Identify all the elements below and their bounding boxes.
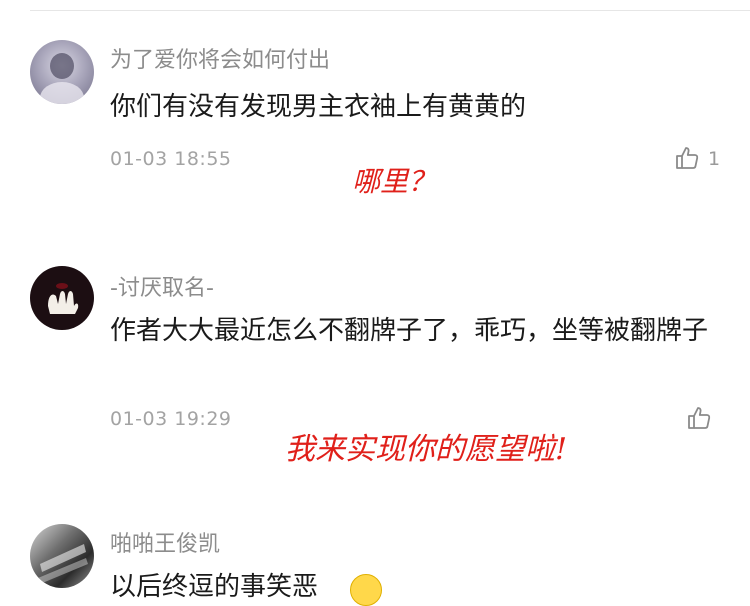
comment-text: 你们有没有发现男主衣袖上有黄黄的 — [110, 92, 527, 122]
avatar-hands-icon — [48, 283, 79, 314]
comment-text: 作者大大最近怎么不翻牌子了，乖巧，坐等被翻牌子 — [110, 316, 709, 346]
comment-timestamp: 01-03 19:29 — [110, 408, 232, 430]
comment-timestamp: 01-03 18:55 — [110, 148, 232, 170]
handwritten-annotation: 我来实现你的愿望啦! — [285, 432, 568, 467]
thumbs-up-icon[interactable] — [686, 405, 712, 431]
user-avatar[interactable] — [30, 40, 94, 104]
user-avatar[interactable] — [30, 266, 94, 330]
top-divider — [30, 10, 750, 11]
smiley-emoji-icon — [350, 574, 382, 606]
avatar-portrait-icon — [40, 53, 84, 104]
comment-username[interactable]: 为了爱你将会如何付出 — [110, 42, 330, 74]
thumbs-up-icon[interactable] — [674, 145, 700, 171]
avatar-photo-icon — [38, 544, 88, 584]
comment-text: 以后终逗的事笑恶 — [110, 572, 319, 602]
like-count: 1 — [708, 148, 721, 170]
handwritten-annotation: 哪里？ — [352, 165, 437, 198]
comment-username[interactable]: -讨厌取名- — [110, 270, 214, 302]
user-avatar[interactable] — [30, 524, 94, 588]
comment-username[interactable]: 啪啪王俊凯 — [110, 526, 220, 558]
